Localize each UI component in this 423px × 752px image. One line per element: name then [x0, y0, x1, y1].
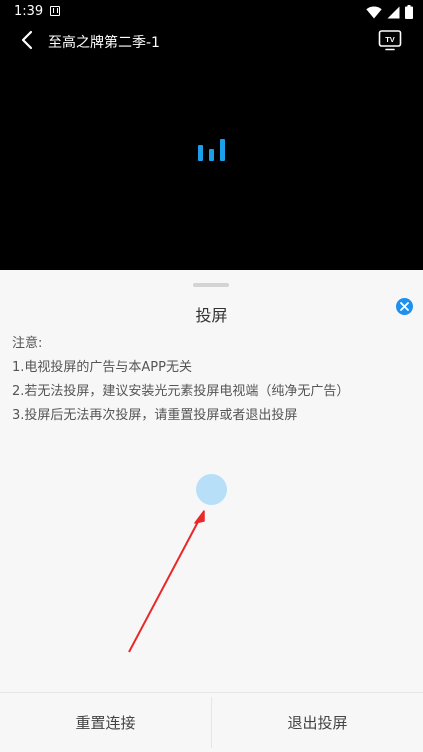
wifi-icon [366, 6, 382, 18]
sheet-footer: 重置连接 退出投屏 [0, 692, 423, 752]
device-search-indicator [196, 474, 227, 505]
notice-item: 2.若无法投屏，建议安装光元素投屏电视端（纯净无广告） [12, 384, 350, 399]
svg-text:TV: TV [385, 35, 395, 44]
battery-icon [405, 5, 413, 19]
video-player[interactable]: 1:39 至高之牌第二季-1 TV [0, 0, 423, 270]
signal-icon [387, 6, 400, 18]
status-bar: 1:39 [0, 0, 423, 24]
status-time: 1:39 [14, 4, 44, 19]
notice-heading: 注意: [12, 336, 43, 351]
exit-cast-button[interactable]: 退出投屏 [212, 693, 423, 752]
sheet-title: 投屏 [195, 306, 228, 325]
notification-app-icon [50, 6, 60, 16]
status-icons [366, 4, 413, 20]
loading-bars-icon [198, 139, 225, 161]
sheet-drag-handle[interactable] [193, 283, 229, 287]
player-header: 至高之牌第二季-1 TV [0, 26, 423, 56]
video-title: 至高之牌第二季-1 [48, 35, 160, 51]
notice-item: 3.投屏后无法再次投屏，请重置投屏或者退出投屏 [12, 408, 298, 423]
close-icon[interactable] [396, 298, 413, 315]
notice-item: 1.电视投屏的广告与本APP无关 [12, 360, 192, 375]
reset-connection-button[interactable]: 重置连接 [0, 693, 211, 752]
cast-bottom-sheet: 投屏 注意: 1.电视投屏的广告与本APP无关 2.若无法投屏，建议安装光元素投… [0, 270, 423, 752]
notice-block: 注意: 1.电视投屏的广告与本APP无关 2.若无法投屏，建议安装光元素投屏电视… [12, 332, 412, 428]
back-arrow-icon[interactable] [18, 30, 36, 50]
close-x-glyph [400, 302, 409, 311]
tv-cast-icon[interactable]: TV [378, 28, 402, 52]
